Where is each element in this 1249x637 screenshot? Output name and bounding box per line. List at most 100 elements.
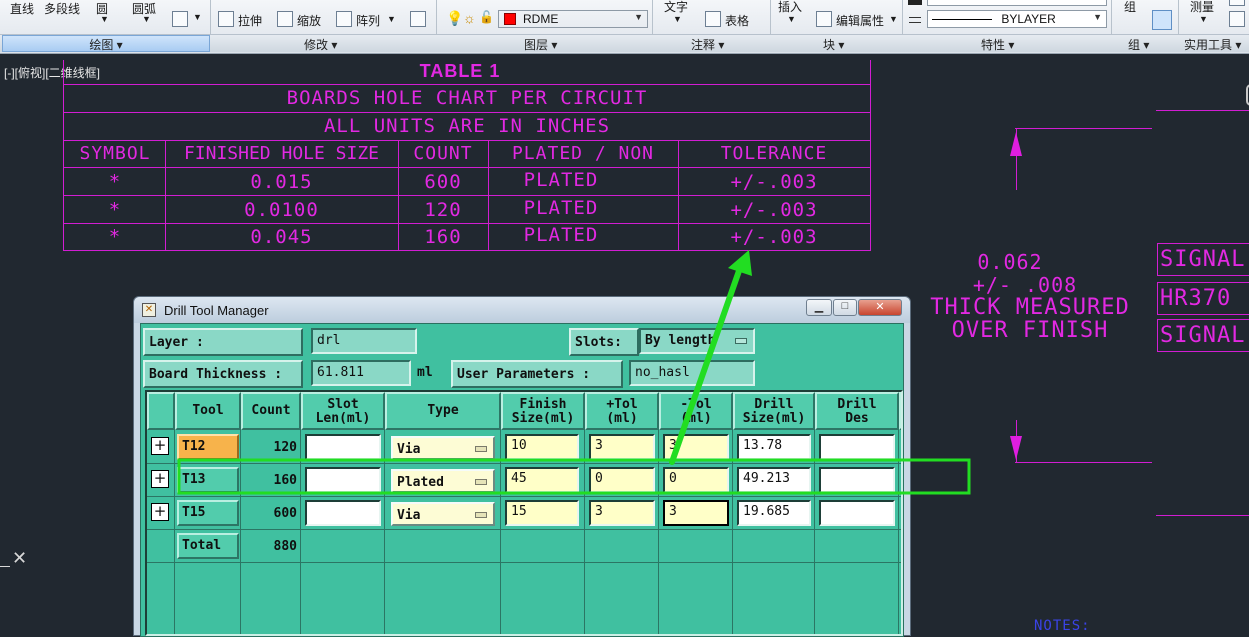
column-header-tool[interactable]: Tool — [175, 392, 241, 430]
panel-draw[interactable]: 绘图 ▾ — [2, 35, 210, 52]
insert-block-button[interactable]: 插入 — [778, 0, 802, 15]
slot-len-input[interactable] — [305, 467, 381, 493]
app-icon: ✕ — [142, 303, 156, 317]
table-icon[interactable] — [705, 11, 721, 27]
group-button[interactable]: 组 — [1124, 0, 1136, 15]
drill-des-input[interactable] — [819, 467, 895, 493]
close-button[interactable]: ✕ — [858, 299, 902, 316]
plus-tol-input[interactable]: 3 — [589, 434, 655, 460]
chevron-down-icon: ▼ — [1093, 12, 1102, 22]
utility-icon[interactable] — [1229, 0, 1245, 6]
column-header-plus-tol[interactable]: +Tol (ml) — [585, 392, 659, 430]
scale-button[interactable]: 缩放 — [297, 12, 321, 29]
finish-size-input[interactable]: 10 — [505, 434, 579, 460]
panel-groups[interactable]: 组 ▾ — [1128, 36, 1149, 53]
maximize-button[interactable]: □ — [833, 299, 857, 316]
drill-des-input[interactable] — [819, 500, 895, 526]
chevron-down-icon[interactable]: ▼ — [1199, 14, 1208, 24]
tool-button[interactable]: T12 — [177, 434, 239, 460]
line-tool[interactable]: 直线 — [10, 0, 34, 17]
stretch-button[interactable]: 拉伸 — [238, 12, 262, 29]
drill-size-input[interactable]: 13.78 — [737, 434, 811, 460]
column-header-count[interactable]: Count — [241, 392, 301, 430]
panel-annotation[interactable]: 注释 ▾ — [691, 36, 724, 53]
text-tool[interactable]: 文字 — [664, 0, 688, 15]
measure-button[interactable]: 测量 — [1190, 0, 1214, 15]
drill-size-input[interactable]: 49.213 — [737, 467, 811, 493]
color-swatch[interactable] — [908, 0, 922, 5]
drill-size-input[interactable]: 19.685 — [737, 500, 811, 526]
lineweight-icon[interactable] — [909, 17, 921, 23]
edit-attribute-icon[interactable] — [816, 11, 832, 27]
chevron-down-icon[interactable]: ▼ — [673, 14, 682, 24]
viewport-controls[interactable]: [-][俯视][二维线框] — [4, 64, 100, 81]
panel-modify[interactable]: 修改 ▾ — [304, 36, 337, 53]
group-select-icon[interactable] — [1152, 10, 1172, 30]
layer-dropdown[interactable]: RDME ▼ — [498, 10, 648, 28]
polyline-tool[interactable]: 多段线 — [44, 0, 80, 17]
hatch-icon[interactable] — [172, 11, 188, 27]
table-button[interactable]: 表格 — [725, 12, 749, 29]
tool-button[interactable]: T13 — [177, 467, 239, 493]
expand-icon[interactable]: + — [151, 470, 169, 488]
drill-des-input[interactable] — [819, 434, 895, 460]
chevron-down-icon[interactable]: ▼ — [787, 14, 796, 24]
dropdown-arrow-icon — [475, 446, 487, 452]
expand-icon[interactable]: + — [151, 437, 169, 455]
expand-icon[interactable]: + — [151, 503, 169, 521]
sun-icon[interactable]: ☼ — [463, 10, 476, 26]
type-select[interactable]: Via — [391, 436, 495, 460]
tool-grid: Tool Count Slot Len(ml) Type Finish Size(m… — [145, 390, 903, 636]
chevron-down-icon[interactable]: ▼ — [142, 14, 151, 24]
chevron-down-icon[interactable]: ▼ — [889, 14, 898, 24]
array-button[interactable]: 阵列 — [356, 12, 380, 29]
column-header-minus-tol[interactable]: -Tol (ml) — [659, 392, 733, 430]
ucs-icon: ✕ — [12, 548, 28, 568]
slots-dropdown[interactable]: By length — [639, 328, 755, 354]
finish-size-input[interactable]: 45 — [505, 467, 579, 493]
column-header-finish[interactable]: Finish Size(ml) — [501, 392, 585, 430]
window-titlebar[interactable]: ✕ Drill Tool Manager ▁ □ ✕ — [134, 297, 910, 323]
chevron-down-icon[interactable]: ▼ — [100, 14, 109, 24]
array-icon[interactable] — [336, 11, 352, 27]
total-button[interactable]: Total — [177, 533, 239, 559]
edit-attribute-button[interactable]: 编辑属性 — [836, 12, 884, 29]
board-thickness-field[interactable]: 61.811 — [311, 360, 411, 386]
type-select[interactable]: Via — [391, 502, 495, 526]
minimize-button[interactable]: ▁ — [806, 299, 832, 316]
chevron-down-icon[interactable]: ▼ — [387, 14, 396, 24]
minus-tol-input[interactable]: 3 — [663, 434, 729, 460]
scale-icon[interactable] — [277, 11, 293, 27]
finish-size-input[interactable]: 15 — [505, 500, 579, 526]
plus-tol-input[interactable]: 3 — [589, 500, 655, 526]
column-header-drill-des[interactable]: Drill Des — [815, 392, 899, 430]
modify-extra-icon[interactable] — [410, 11, 426, 27]
dropdown-arrow-icon — [735, 338, 747, 344]
minus-tol-input[interactable]: 3 — [663, 500, 729, 526]
minus-tol-input[interactable]: 0 — [663, 467, 729, 493]
window-title: Drill Tool Manager — [164, 303, 269, 318]
stretch-icon[interactable] — [218, 11, 234, 27]
type-select[interactable]: Plated — [391, 469, 495, 493]
user-parameters-field[interactable]: no_hasl — [629, 360, 755, 386]
color-dropdown[interactable] — [927, 0, 1107, 6]
panel-properties[interactable]: 特性 ▾ — [981, 36, 1014, 53]
lightbulb-icon[interactable]: 💡 — [446, 10, 463, 27]
column-header-type[interactable]: Type — [385, 392, 501, 430]
column-header-slot[interactable]: Slot Len(ml) — [301, 392, 385, 430]
slot-len-input[interactable] — [305, 434, 381, 460]
plus-tol-input[interactable]: 0 — [589, 467, 655, 493]
calculator-icon[interactable] — [1229, 11, 1245, 27]
column-header-drill-size[interactable]: Drill Size(ml) — [733, 392, 815, 430]
linetype-dropdown[interactable]: BYLAYER ▼ — [927, 10, 1107, 28]
tool-button[interactable]: T15 — [177, 500, 239, 526]
chevron-down-icon: ▼ — [634, 12, 643, 22]
layer-field[interactable]: drl — [311, 328, 417, 354]
slot-len-input[interactable] — [305, 500, 381, 526]
grid-line — [147, 463, 901, 464]
panel-layers[interactable]: 图层 ▾ — [524, 36, 557, 53]
panel-utilities[interactable]: 实用工具 ▾ — [1184, 36, 1241, 53]
lock-icon[interactable]: 🔓 — [479, 10, 494, 24]
chevron-down-icon[interactable]: ▼ — [193, 12, 202, 22]
panel-block[interactable]: 块 ▾ — [823, 36, 844, 53]
